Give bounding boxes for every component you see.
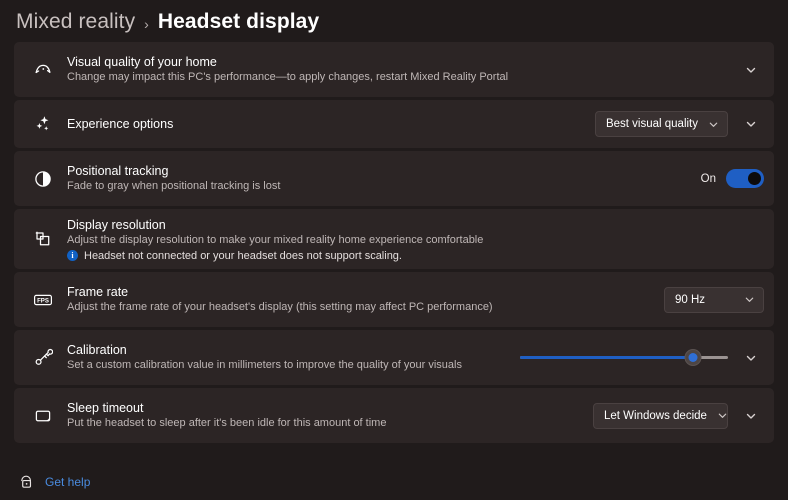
- settings-page: Mixed reality › Headset display Visual q…: [0, 0, 788, 500]
- setting-controls: Let Windows decide: [593, 403, 764, 429]
- setting-row-display-resolution[interactable]: Display resolution Adjust the display re…: [14, 209, 774, 269]
- setting-controls: 90 Hz: [664, 287, 764, 313]
- setting-controls: [520, 345, 764, 371]
- sleep-timeout-dropdown[interactable]: Let Windows decide: [593, 403, 728, 429]
- setting-row-experience-options[interactable]: Experience options Best visual quality: [14, 100, 774, 148]
- chevron-down-icon[interactable]: [738, 111, 764, 137]
- get-help-link[interactable]: Get help: [18, 473, 90, 490]
- setting-controls: [738, 57, 764, 83]
- chevron-down-icon: [744, 294, 755, 305]
- setting-text: Sleep timeout Put the headset to sleep a…: [67, 400, 583, 431]
- toggle-knob: [748, 172, 761, 185]
- breadcrumb-separator-icon: ›: [144, 13, 149, 32]
- sleep-icon: [28, 401, 58, 431]
- setting-title: Frame rate: [67, 284, 654, 300]
- setting-description: Change may impact this PC's performance—…: [67, 70, 728, 85]
- setting-title: Calibration: [67, 342, 510, 358]
- setting-title: Display resolution: [67, 217, 754, 233]
- get-help-label: Get help: [45, 475, 90, 489]
- chevron-down-icon: [717, 410, 728, 421]
- setting-controls: Best visual quality: [595, 111, 764, 137]
- setting-title: Visual quality of your home: [67, 54, 728, 70]
- breadcrumb: Mixed reality › Headset display: [0, 0, 788, 42]
- setting-description: Set a custom calibration value in millim…: [67, 358, 510, 373]
- setting-text: Display resolution Adjust the display re…: [67, 217, 754, 262]
- page-title: Headset display: [158, 10, 319, 34]
- setting-controls: On: [701, 169, 764, 188]
- dropdown-value: 90 Hz: [675, 294, 705, 306]
- setting-text: Experience options: [67, 116, 585, 132]
- positional-tracking-toggle-group[interactable]: On: [701, 169, 764, 188]
- chevron-down-icon[interactable]: [738, 345, 764, 371]
- experience-options-dropdown[interactable]: Best visual quality: [595, 111, 728, 137]
- dropdown-value: Best visual quality: [606, 118, 698, 130]
- help-icon: [18, 473, 35, 490]
- setting-title: Experience options: [67, 116, 585, 132]
- setting-description: Fade to gray when positional tracking is…: [67, 179, 691, 194]
- info-icon: i: [67, 250, 78, 261]
- chevron-down-icon[interactable]: [738, 57, 764, 83]
- calibration-slider[interactable]: [520, 347, 728, 369]
- setting-row-calibration[interactable]: Calibration Set a custom calibration val…: [14, 330, 774, 385]
- status-message-text: Headset not connected or your headset do…: [84, 250, 402, 262]
- setting-text: Positional tracking Fade to gray when po…: [67, 163, 691, 194]
- status-message: i Headset not connected or your headset …: [67, 250, 754, 262]
- chevron-down-icon[interactable]: [738, 403, 764, 429]
- dropdown-value: Let Windows decide: [604, 410, 707, 422]
- slider-thumb[interactable]: [684, 349, 701, 366]
- slider-fill: [520, 356, 693, 359]
- positional-tracking-toggle[interactable]: [726, 169, 764, 188]
- setting-title: Positional tracking: [67, 163, 691, 179]
- fps-icon: FPS: [28, 285, 58, 315]
- setting-text: Calibration Set a custom calibration val…: [67, 342, 510, 373]
- setting-row-frame-rate[interactable]: FPS Frame rate Adjust the frame rate of …: [14, 272, 774, 327]
- visual-quality-icon: [28, 55, 58, 85]
- setting-row-sleep-timeout[interactable]: Sleep timeout Put the headset to sleep a…: [14, 388, 774, 443]
- setting-row-positional-tracking[interactable]: Positional tracking Fade to gray when po…: [14, 151, 774, 206]
- chevron-down-icon: [708, 119, 719, 130]
- toggle-state-label: On: [701, 173, 716, 185]
- breadcrumb-parent-link[interactable]: Mixed reality: [16, 10, 135, 34]
- setting-description: Adjust the frame rate of your headset's …: [67, 300, 654, 315]
- setting-title: Sleep timeout: [67, 400, 583, 416]
- calibration-icon: [28, 343, 58, 373]
- resolution-icon: [28, 224, 58, 254]
- setting-row-visual-quality[interactable]: Visual quality of your home Change may i…: [14, 42, 774, 97]
- page-footer: Get help: [0, 465, 788, 500]
- settings-list: Visual quality of your home Change may i…: [0, 42, 788, 465]
- setting-description: Adjust the display resolution to make yo…: [67, 233, 754, 248]
- sparkle-icon: [28, 109, 58, 139]
- frame-rate-dropdown[interactable]: 90 Hz: [664, 287, 764, 313]
- setting-text: Frame rate Adjust the frame rate of your…: [67, 284, 654, 315]
- contrast-icon: [28, 164, 58, 194]
- setting-description: Put the headset to sleep after it's been…: [67, 416, 583, 431]
- setting-text: Visual quality of your home Change may i…: [67, 54, 728, 85]
- svg-text:FPS: FPS: [37, 297, 49, 304]
